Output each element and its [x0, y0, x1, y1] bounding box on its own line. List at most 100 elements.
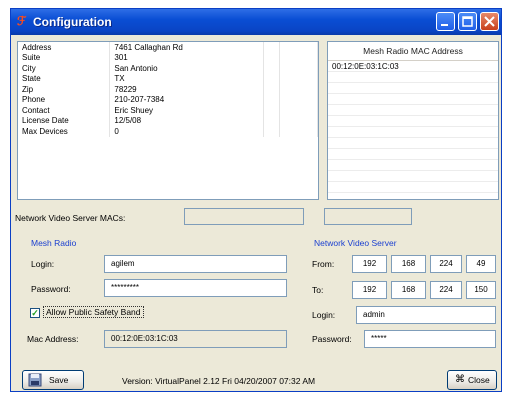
info-label: Address	[18, 42, 111, 53]
info-label: Contact	[18, 105, 111, 116]
nvs-login-label: Login:	[312, 310, 336, 320]
info-value[interactable]: Eric Shuey	[109, 105, 265, 116]
mesh-mac-address-field[interactable]: 00:12:0E:03:1C:03	[104, 330, 287, 348]
info-value[interactable]: 301	[109, 52, 265, 63]
maximize-button[interactable]	[458, 12, 477, 31]
nvs-from-octet-3[interactable]: 224	[430, 255, 462, 273]
nvs-to-octet-2[interactable]: 168	[391, 281, 426, 299]
info-row: Zip 78229	[18, 84, 318, 95]
nvs-mac-field-1[interactable]	[184, 208, 304, 225]
mesh-mac-list-header: Mesh Radio MAC Address	[328, 42, 498, 61]
info-row: State TX	[18, 73, 318, 84]
info-empty-cell	[263, 73, 281, 84]
info-empty-cell	[279, 115, 318, 126]
mesh-login-label: Login:	[31, 259, 55, 269]
mac-list-item[interactable]	[328, 105, 498, 116]
mesh-password-input[interactable]: *********	[104, 279, 287, 297]
mac-list-item[interactable]	[328, 72, 498, 83]
info-label: License Date	[18, 115, 111, 126]
nvs-heading: Network Video Server	[314, 238, 397, 248]
info-empty-cell	[279, 84, 318, 95]
info-empty-cell	[263, 94, 281, 105]
nvs-to-octet-3[interactable]: 224	[430, 281, 462, 299]
info-row: Max Devices 0	[18, 126, 318, 137]
mac-list-item[interactable]	[328, 160, 498, 171]
close-window-button[interactable]	[480, 12, 499, 31]
info-value[interactable]: TX	[109, 73, 265, 84]
mac-list-item[interactable]	[328, 171, 498, 182]
info-empty-cell	[263, 115, 281, 126]
nvs-password-label: Password:	[312, 334, 352, 344]
minimize-button[interactable]	[436, 12, 455, 31]
info-empty-cell	[263, 105, 281, 116]
info-value[interactable]: 78229	[109, 84, 265, 95]
mesh-mac-label: Mac Address:	[27, 334, 79, 344]
nvs-mac-field-2[interactable]	[324, 208, 412, 225]
info-empty-cell	[279, 63, 318, 74]
info-label: Zip	[18, 84, 111, 95]
close-button-label: Close	[468, 375, 490, 385]
nvs-login-input[interactable]: admin	[356, 306, 496, 324]
nvs-to-octet-4[interactable]: 150	[466, 281, 496, 299]
maximize-icon	[462, 16, 473, 27]
info-row: Phone 210-207-7384	[18, 94, 318, 105]
nvs-from-octet-1[interactable]: 192	[352, 255, 387, 273]
info-label: Phone	[18, 94, 111, 105]
info-value[interactable]: 7461 Callaghan Rd	[109, 42, 265, 53]
nvs-from-octet-2[interactable]: 168	[391, 255, 426, 273]
info-value[interactable]: 210-207-7384	[109, 94, 265, 105]
site-info-grid: Address 7461 Callaghan Rd Suite 301 City San …	[18, 42, 318, 137]
mesh-password-label: Password:	[31, 284, 71, 294]
checkmark-icon: ✓	[31, 308, 39, 318]
close-icon	[484, 16, 495, 27]
nvs-to-octet-1[interactable]: 192	[352, 281, 387, 299]
info-row: License Date 12/5/08	[18, 115, 318, 126]
minimize-icon	[441, 24, 448, 26]
command-key-icon: ⌘	[455, 374, 465, 385]
mesh-radio-heading: Mesh Radio	[31, 238, 77, 248]
nvs-from-octet-4[interactable]: 49	[466, 255, 496, 273]
title-bar[interactable]: ℱ Configuration	[11, 9, 501, 35]
window-title: Configuration	[33, 15, 112, 29]
public-safety-label[interactable]: Allow Public Safety Band	[43, 306, 144, 318]
nvs-to-label: To:	[312, 285, 324, 295]
info-value[interactable]: 12/5/08	[109, 115, 265, 126]
info-row: City San Antonio	[18, 63, 318, 74]
mac-list-item[interactable]	[328, 94, 498, 105]
public-safety-checkbox[interactable]: ✓	[30, 308, 40, 318]
mac-list-item[interactable]	[328, 83, 498, 94]
info-empty-cell	[263, 42, 281, 53]
floppy-disk-icon	[28, 373, 42, 387]
info-value[interactable]: 0	[109, 126, 265, 137]
info-empty-cell	[263, 126, 281, 137]
nvs-from-label: From:	[312, 259, 335, 269]
nvs-password-input[interactable]: *****	[364, 330, 496, 348]
mac-list-item[interactable]: 00:12:0E:03:1C:03	[328, 61, 498, 72]
info-label: State	[18, 73, 111, 84]
nvs-macs-label: Network Video Server MACs:	[15, 213, 126, 223]
info-empty-cell	[279, 42, 318, 53]
info-empty-cell	[279, 105, 318, 116]
info-empty-cell	[279, 94, 318, 105]
info-empty-cell	[263, 84, 281, 95]
info-row: Contact Eric Shuey	[18, 105, 318, 116]
mac-list-item[interactable]	[328, 127, 498, 138]
configuration-window: ℱ Configuration Address 7461 Callaghan Rd…	[10, 8, 502, 392]
close-button[interactable]: ⌘ Close	[447, 370, 497, 390]
info-label: Suite	[18, 52, 111, 63]
mac-list-item[interactable]	[328, 116, 498, 127]
mac-list-item[interactable]	[328, 138, 498, 149]
info-empty-cell	[263, 52, 281, 63]
info-label: Max Devices	[18, 126, 111, 137]
info-empty-cell	[279, 73, 318, 84]
mac-list-item[interactable]	[328, 149, 498, 160]
mesh-login-input[interactable]: agilem	[104, 255, 287, 273]
save-button[interactable]: Save	[22, 370, 84, 390]
info-value[interactable]: San Antonio	[109, 63, 265, 74]
info-empty-cell	[279, 126, 318, 137]
info-row: Address 7461 Callaghan Rd	[18, 42, 318, 53]
mesh-mac-list[interactable]: Mesh Radio MAC Address 00:12:0E:03:1C:03	[327, 41, 499, 200]
app-logo-icon: ℱ	[17, 14, 27, 28]
site-info-table: Address 7461 Callaghan Rd Suite 301 City San …	[17, 41, 319, 200]
mac-list-item[interactable]	[328, 182, 498, 193]
